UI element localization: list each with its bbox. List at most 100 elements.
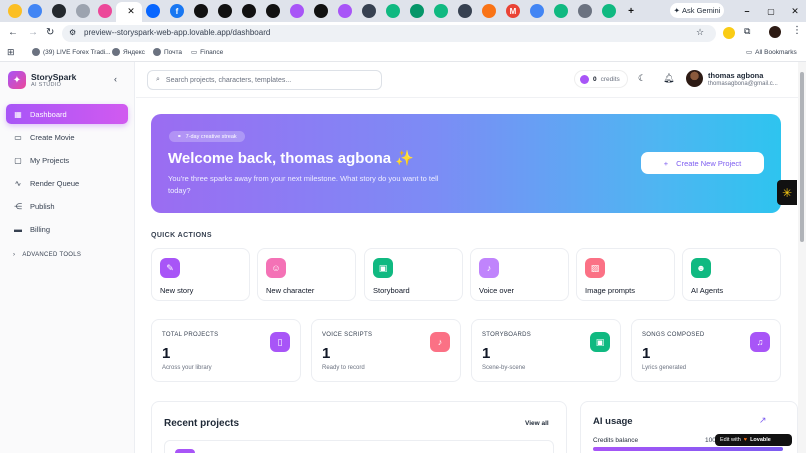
url-field[interactable]: ⚙ preview--storyspark-web-app.lovable.ap… [62,25,716,42]
meta-icon[interactable] [146,4,160,18]
quick-action-voice-over[interactable]: ♪ Voice over [470,248,569,301]
close-icon[interactable]: ✕ [124,4,138,18]
tab-icon[interactable] [28,4,42,18]
credits-balance-label: Credits balance [593,437,639,444]
create-new-project-button[interactable]: + Create New Project [641,152,764,174]
back-icon[interactable]: ← [8,27,18,38]
sidebar-item-render-queue[interactable]: ∿ Render Queue [6,173,128,193]
users-icon: ☺ [266,258,286,278]
extensions-puzzle-icon[interactable]: ⧉ [744,26,750,37]
all-bookmarks[interactable]: ▭ All Bookmarks [746,48,797,57]
sidebar-item-create-movie[interactable]: ▭ Create Movie [6,127,128,147]
quick-action-ai-agents[interactable]: ☻ AI Agents [682,248,781,301]
bookmark-item[interactable]: Почта [153,48,182,56]
collapse-sidebar-icon[interactable]: ‹ [114,74,117,84]
ask-gemini-button[interactable]: ✦ Ask Gemini [670,3,724,18]
microphone-icon: ♪ [430,332,450,352]
theme-toggle-moon-icon[interactable]: ☾ [638,73,646,84]
magic-wand-icon: ✎ [160,258,180,278]
close-icon[interactable]: ✕ [785,435,791,443]
stat-card-storyboards: STORYBOARDS 1 Scene-by-scene ▣ [471,319,621,382]
spark-widget-icon[interactable]: ✳ [777,180,797,205]
sidebar-item-billing[interactable]: ▬ Billing [6,219,128,239]
profile-avatar[interactable] [769,26,781,38]
stat-card-songs-composed: SONGS COMPOSED 1 Lyrics generated ♫ [631,319,781,382]
tab-icon[interactable] [194,4,208,18]
apps-grid-icon[interactable]: ⊞ [7,47,15,58]
quick-action-storyboard[interactable]: ▣ Storyboard [364,248,463,301]
quick-action-image-prompts[interactable]: ▨ Image prompts [576,248,675,301]
tab-icon[interactable] [98,4,112,18]
app-subtitle: AI STUDIO [31,82,62,88]
view-all-link[interactable]: View all [525,420,549,427]
top-bar: ⌕ Search projects, characters, templates.… [136,62,798,98]
tab-icon[interactable] [290,4,304,18]
extension-icon[interactable] [723,27,735,39]
sidebar: ✦ StorySpark AI STUDIO ‹ ▦ Dashboard ▭ Cre… [0,62,135,453]
film-icon: ▣ [590,332,610,352]
search-input[interactable]: ⌕ Search projects, characters, templates.… [147,70,382,90]
scrollbar-thumb[interactable] [800,72,804,242]
minimize-icon[interactable]: – [740,4,754,18]
tab-icon[interactable] [578,4,592,18]
gmail-icon[interactable]: M [506,4,520,18]
facebook-icon[interactable]: f [170,4,184,18]
menu-kebab-icon[interactable]: ⋮ [792,25,802,36]
tab-icon[interactable] [76,4,90,18]
site-info-icon[interactable]: ⚙ [69,28,76,37]
bookmark-folder[interactable]: ▭ Finance [191,48,223,57]
address-bar-row: ← → ↻ ⚙ preview--storyspark-web-app.lova… [0,22,806,44]
edit-with-lovable-button[interactable]: Edit with ♥ Lovable [715,434,792,446]
book-icon: ▯ [270,332,290,352]
bookmark-item[interactable]: (39) LIVE Forex Tradi... [32,48,111,56]
bookmark-icon [32,48,40,56]
sidebar-item-my-projects[interactable]: ▢ My Projects [6,150,128,170]
quick-actions-title: QUICK ACTIONS [151,232,212,239]
film-icon: ▣ [373,258,393,278]
star-icon[interactable]: ☆ [696,27,704,38]
tab-icon[interactable] [242,4,256,18]
list-item[interactable] [164,440,554,453]
tab-icon[interactable] [554,4,568,18]
tab-icon[interactable] [266,4,280,18]
tab-icon[interactable] [338,4,352,18]
github-icon[interactable] [52,4,66,18]
tab-icon[interactable] [530,4,544,18]
tab-icon[interactable] [386,4,400,18]
browser-tab-strip: ✕ f M + ✦ Ask Gemini – ▢ ✕ [0,0,806,22]
search-icon: ⌕ [156,76,160,83]
advanced-tools-toggle[interactable]: › ADVANCED TOOLS [13,252,81,258]
reload-icon[interactable]: ↻ [46,27,54,38]
lovable-heart-icon: ♥ [743,437,748,443]
tab-icon[interactable] [458,4,472,18]
stat-card-voice-scripts: VOICE SCRIPTS 1 Ready to record ♪ [311,319,461,382]
welcome-title: Welcome back, thomas agbona ✨ [168,150,414,167]
user-avatar[interactable] [686,70,703,87]
maximize-icon[interactable]: ▢ [764,4,778,18]
microphone-icon: ♪ [479,258,499,278]
sidebar-item-publish[interactable]: ⋲ Publish [6,196,128,216]
tab-icon[interactable] [8,4,22,18]
forward-icon[interactable]: → [28,27,38,38]
window-close-icon[interactable]: ✕ [788,4,802,18]
tab-icon[interactable] [362,4,376,18]
tab-icon[interactable] [218,4,232,18]
tab-icon[interactable] [602,4,616,18]
tab-icon[interactable] [410,4,424,18]
tab-icon[interactable] [482,4,496,18]
music-note-icon: ♫ [750,332,770,352]
credits-badge[interactable]: 0 credits [574,70,628,88]
film-icon: ▭ [14,132,22,142]
grid-icon: ▦ [14,109,22,119]
notification-bell-icon[interactable]: 🔔︎ [663,73,674,84]
sidebar-item-dashboard[interactable]: ▦ Dashboard [6,104,128,124]
quick-action-new-character[interactable]: ☺ New character [257,248,356,301]
tab-icon[interactable] [434,4,448,18]
new-tab-icon[interactable]: + [624,4,638,18]
bookmark-icon [153,48,161,56]
page-scrollbar[interactable] [798,62,806,453]
tab-icon[interactable] [314,4,328,18]
storyspark-logo-icon: ✦ [8,71,26,89]
bookmark-item[interactable]: Яндекс [112,48,145,56]
quick-action-new-story[interactable]: ✎ New story [151,248,250,301]
